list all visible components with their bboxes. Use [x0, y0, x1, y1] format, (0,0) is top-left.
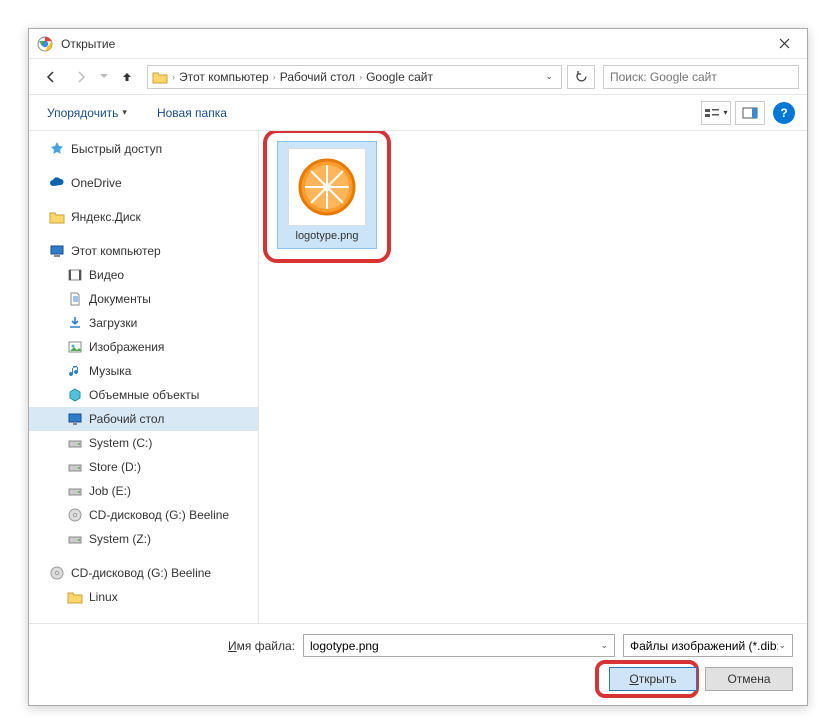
- chrome-icon: [37, 36, 53, 52]
- tree-drive-e[interactable]: Job (E:): [29, 479, 258, 503]
- address-dropdown[interactable]: ⌄: [541, 71, 557, 82]
- tree-drive-c[interactable]: System (C:): [29, 431, 258, 455]
- new-folder-button[interactable]: Новая папка: [151, 102, 233, 124]
- tree-pictures[interactable]: Изображения: [29, 335, 258, 359]
- address-bar[interactable]: › Этот компьютер › Рабочий стол › Google…: [147, 65, 562, 89]
- folder-icon: [152, 69, 168, 85]
- chevron-right-icon: ›: [172, 72, 175, 82]
- breadcrumb-segment[interactable]: Рабочий стол: [280, 70, 355, 84]
- organize-menu[interactable]: Упорядочить ▾: [41, 102, 133, 124]
- chevron-down-icon[interactable]: ⌄: [600, 640, 608, 651]
- forward-button[interactable]: [67, 65, 95, 89]
- file-thumbnail: [288, 148, 366, 226]
- tree-drive-z[interactable]: System (Z:): [29, 527, 258, 551]
- star-icon: [49, 141, 65, 157]
- tree-documents[interactable]: Документы: [29, 287, 258, 311]
- filetype-label: Файлы изображений (*.dib;*.jj: [630, 639, 778, 653]
- chevron-right-icon: ›: [273, 72, 276, 82]
- chevron-right-icon: ›: [359, 72, 362, 82]
- tree-cd-drive-g-root[interactable]: CD-дисковод (G:) Beeline: [29, 561, 258, 585]
- music-icon: [67, 363, 83, 379]
- document-icon: [67, 291, 83, 307]
- recent-dropdown[interactable]: [97, 65, 111, 89]
- tree-this-pc[interactable]: Этот компьютер: [29, 239, 258, 263]
- close-button[interactable]: [762, 29, 807, 59]
- disc-icon: [67, 507, 83, 523]
- folder-icon: [49, 209, 65, 225]
- help-button[interactable]: ?: [773, 102, 795, 124]
- tree-cd-drive-g[interactable]: CD-дисковод (G:) Beeline: [29, 503, 258, 527]
- desktop-icon: [67, 411, 83, 427]
- tree-music[interactable]: Музыка: [29, 359, 258, 383]
- pc-icon: [49, 243, 65, 259]
- drive-icon: [67, 483, 83, 499]
- tree-linux[interactable]: Linux: [29, 585, 258, 609]
- breadcrumb-segment[interactable]: Google сайт: [366, 70, 433, 84]
- titlebar: Открытие: [29, 29, 807, 59]
- tree-onedrive[interactable]: OneDrive: [29, 171, 258, 195]
- cube-icon: [67, 387, 83, 403]
- toolbar: Упорядочить ▾ Новая папка ▾ ?: [29, 95, 807, 131]
- dialog-body: Быстрый доступ OneDrive Яндекс.Диск Этот…: [29, 131, 807, 623]
- view-mode-button[interactable]: ▾: [701, 101, 731, 125]
- filename-input[interactable]: [310, 639, 600, 653]
- disc-icon: [49, 565, 65, 581]
- back-button[interactable]: [37, 65, 65, 89]
- tree-downloads[interactable]: Загрузки: [29, 311, 258, 335]
- tree-desktop[interactable]: Рабочий стол: [29, 407, 258, 431]
- download-icon: [67, 315, 83, 331]
- navigation-bar: › Этот компьютер › Рабочий стол › Google…: [29, 59, 807, 95]
- new-folder-label: Новая папка: [157, 106, 227, 120]
- navigation-tree[interactable]: Быстрый доступ OneDrive Яндекс.Диск Этот…: [29, 131, 259, 623]
- cloud-icon: [49, 175, 65, 191]
- dialog-footer: ИИмя файла:мя файла: ⌄ Файлы изображений…: [29, 623, 807, 705]
- file-name: logotype.png: [296, 230, 359, 242]
- picture-icon: [67, 339, 83, 355]
- file-list[interactable]: logotype.png: [259, 131, 807, 623]
- folder-icon: [67, 589, 83, 605]
- tree-videos[interactable]: Видео: [29, 263, 258, 287]
- chevron-down-icon: ▾: [723, 108, 727, 117]
- search-box[interactable]: [603, 65, 799, 89]
- tree-yandex-disk[interactable]: Яндекс.Диск: [29, 205, 258, 229]
- filetype-combobox[interactable]: Файлы изображений (*.dib;*.jj ⌄: [623, 634, 793, 657]
- chevron-down-icon: ▾: [122, 107, 127, 118]
- filename-label: ИИмя файла:мя файла:: [43, 639, 295, 653]
- drive-icon: [67, 531, 83, 547]
- refresh-button[interactable]: [567, 65, 595, 89]
- organize-label: Упорядочить: [47, 106, 118, 120]
- open-file-dialog: Открытие › Этот компьютер › Рабочий стол…: [28, 28, 808, 706]
- up-button[interactable]: [113, 65, 141, 89]
- preview-pane-button[interactable]: [735, 101, 765, 125]
- window-title: Открытие: [61, 37, 762, 51]
- video-icon: [67, 267, 83, 283]
- chevron-down-icon[interactable]: ⌄: [778, 640, 786, 651]
- drive-icon: [67, 459, 83, 475]
- tree-drive-d[interactable]: Store (D:): [29, 455, 258, 479]
- filename-combobox[interactable]: ⌄: [303, 634, 615, 657]
- cancel-button[interactable]: Отмена: [705, 667, 793, 691]
- tree-quick-access[interactable]: Быстрый доступ: [29, 137, 258, 161]
- search-input[interactable]: [610, 70, 792, 84]
- drive-icon: [67, 435, 83, 451]
- tree-3d-objects[interactable]: Объемные объекты: [29, 383, 258, 407]
- open-button[interactable]: Открыть: [609, 667, 697, 691]
- file-item[interactable]: logotype.png: [277, 141, 377, 249]
- breadcrumb-segment[interactable]: Этот компьютер: [179, 70, 269, 84]
